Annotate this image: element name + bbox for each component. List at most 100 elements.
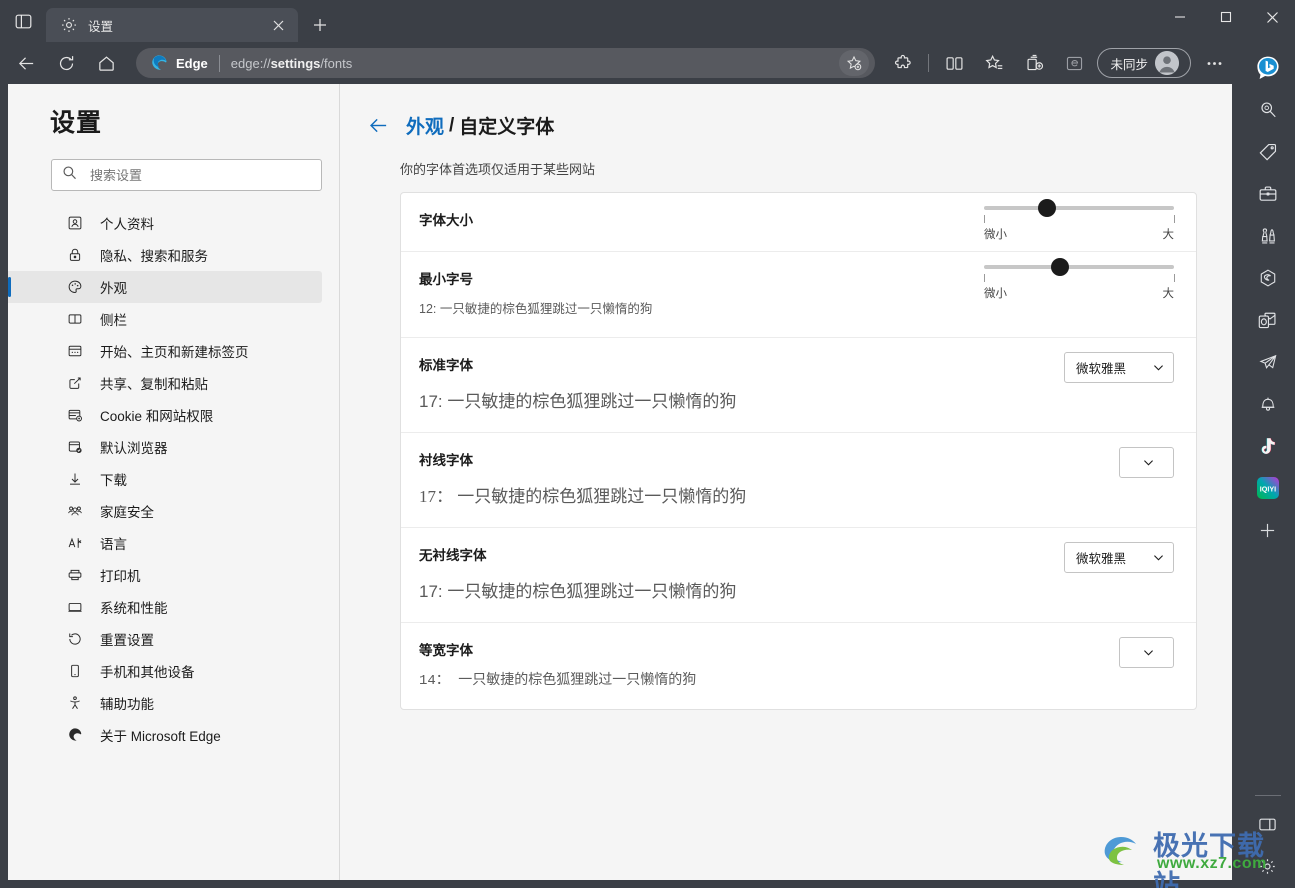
telegram-plane-icon[interactable] bbox=[1248, 342, 1288, 382]
sidebar-item-reset[interactable]: 重置设置 bbox=[8, 623, 322, 655]
sidebar-item-label: 个人资料 bbox=[100, 217, 154, 232]
sidebar-item-system[interactable]: 系统和性能 bbox=[8, 591, 322, 623]
standard-font-dropdown[interactable]: 微软雅黑 bbox=[1064, 352, 1174, 383]
chevron-down-icon bbox=[1152, 551, 1165, 564]
toolbar-divider bbox=[928, 54, 930, 72]
sidebar-item-default-browser[interactable]: 默认浏览器 bbox=[8, 431, 322, 463]
browser-window: 设置 Edge edge://settings/fonts 未同步 IQIYI … bbox=[0, 0, 1295, 888]
back-arrow-icon[interactable] bbox=[9, 46, 43, 80]
slider-max-label: 大 bbox=[1162, 229, 1175, 241]
games-icon[interactable] bbox=[1248, 216, 1288, 256]
sidebar-item-languages[interactable]: 语言 bbox=[8, 527, 322, 559]
sidebar-item-phone[interactable]: 手机和其他设备 bbox=[8, 655, 322, 687]
dropdown-value: 微软雅黑 bbox=[1076, 362, 1127, 376]
tab-actions-icon[interactable] bbox=[0, 0, 46, 42]
default-browser-icon bbox=[66, 438, 84, 456]
outlook-icon[interactable] bbox=[1248, 300, 1288, 340]
title-bar: 设置 bbox=[0, 0, 1295, 42]
chevron-down-icon bbox=[1142, 456, 1155, 469]
more-options-icon[interactable] bbox=[1197, 46, 1231, 80]
bell-icon[interactable] bbox=[1248, 384, 1288, 424]
sidebar-settings-gear-icon[interactable] bbox=[1248, 846, 1288, 886]
sidebar-item-appearance[interactable]: 外观 bbox=[8, 271, 322, 303]
iqiyi-icon[interactable]: IQIYI bbox=[1248, 468, 1288, 508]
collections-icon[interactable] bbox=[1017, 46, 1051, 80]
minimize-button[interactable] bbox=[1157, 0, 1203, 34]
shopping-tag-icon[interactable] bbox=[1248, 132, 1288, 172]
copilot-bing-icon[interactable] bbox=[1248, 48, 1288, 88]
share-icon bbox=[66, 374, 84, 392]
back-arrow-icon[interactable] bbox=[366, 114, 390, 138]
slider-min-label: 微小 bbox=[984, 229, 1007, 241]
sidebar-item-share[interactable]: 共享、复制和粘贴 bbox=[8, 367, 322, 399]
slider-max-label: 大 bbox=[1162, 288, 1175, 300]
browser-tab[interactable]: 设置 bbox=[46, 8, 298, 42]
palette-icon bbox=[66, 278, 84, 296]
sans-serif-font-dropdown[interactable]: 微软雅黑 bbox=[1064, 542, 1174, 573]
sidebar-item-privacy[interactable]: 隐私、搜索和服务 bbox=[8, 239, 322, 271]
breadcrumb-parent-link[interactable]: 外观 bbox=[406, 112, 444, 139]
address-divider bbox=[218, 54, 220, 72]
refresh-icon[interactable] bbox=[49, 46, 83, 80]
minimum-font-size-slider[interactable]: 微小 大 bbox=[984, 258, 1175, 301]
profile-button[interactable]: 未同步 bbox=[1097, 48, 1191, 78]
new-tab-button[interactable] bbox=[302, 8, 338, 42]
extensions-puzzle-icon[interactable] bbox=[886, 46, 920, 80]
split-screen-icon[interactable] bbox=[937, 46, 971, 80]
home-icon[interactable] bbox=[89, 46, 123, 80]
edge-logo-icon bbox=[150, 54, 168, 72]
tools-briefcase-icon[interactable] bbox=[1248, 174, 1288, 214]
maximize-button[interactable] bbox=[1203, 0, 1249, 34]
serif-font-dropdown[interactable] bbox=[1119, 447, 1174, 478]
startpage-icon bbox=[66, 342, 84, 360]
sidebar-item-sidebar[interactable]: 侧栏 bbox=[8, 303, 322, 335]
add-favorite-icon[interactable] bbox=[839, 50, 870, 76]
sidebar-item-startpage[interactable]: 开始、主页和新建标签页 bbox=[8, 335, 322, 367]
address-bar[interactable]: Edge edge://settings/fonts bbox=[136, 48, 876, 78]
font-preview-text: 17： 一只敏捷的棕色狐狸跳过一只懒惰的狗 bbox=[419, 487, 747, 506]
sidebar-toggle-icon[interactable] bbox=[1248, 804, 1288, 844]
settings-main-content: 外观 / 自定义字体 你的字体首选项仅适用于某些网站 字体大小 微小 大 最小字… bbox=[340, 84, 1232, 880]
font-size-slider[interactable]: 微小 大 bbox=[984, 199, 1175, 242]
slider-labels: 微小 大 bbox=[984, 226, 1174, 242]
close-icon[interactable] bbox=[266, 13, 290, 37]
search-box[interactable] bbox=[51, 159, 322, 191]
font-preview-text: 14： 一只敏捷的棕色狐狸跳过一只懒惰的狗 bbox=[419, 673, 697, 689]
setting-row-fixed-width-font: 等宽字体 14： 一只敏捷的棕色狐狸跳过一只懒惰的狗 bbox=[401, 623, 1196, 709]
search-icon[interactable] bbox=[1248, 90, 1288, 130]
tiktok-icon[interactable] bbox=[1248, 426, 1288, 466]
sidebar-item-downloads[interactable]: 下载 bbox=[8, 463, 322, 495]
setting-label: 等宽字体 bbox=[419, 643, 473, 658]
setting-row-sans-serif-font: 无衬线字体 17: 一只敏捷的棕色狐狸跳过一只懒惰的狗 微软雅黑 bbox=[401, 528, 1196, 623]
ie-mode-icon[interactable] bbox=[1057, 46, 1091, 80]
sidebar-item-accessibility[interactable]: 辅助功能 bbox=[8, 687, 322, 719]
gear-icon bbox=[60, 16, 78, 34]
download-icon bbox=[66, 470, 84, 488]
setting-label: 标准字体 bbox=[419, 358, 473, 373]
sidebar-item-printers[interactable]: 打印机 bbox=[8, 559, 322, 591]
sidebar-item-label: 关于 Microsoft Edge bbox=[100, 729, 221, 744]
avatar bbox=[1155, 51, 1179, 75]
font-preview-text: 17: 一只敏捷的棕色狐狸跳过一只懒惰的狗 bbox=[419, 582, 737, 601]
favorites-star-icon[interactable] bbox=[977, 46, 1011, 80]
sidebar-item-label: Cookie 和网站权限 bbox=[100, 409, 214, 424]
sidebar-item-profile[interactable]: 个人资料 bbox=[8, 207, 322, 239]
drop-hex-icon[interactable] bbox=[1248, 258, 1288, 298]
search-input[interactable] bbox=[90, 167, 311, 183]
sidebar-item-label: 隐私、搜索和服务 bbox=[100, 249, 208, 264]
slider-track[interactable] bbox=[984, 258, 1174, 276]
breadcrumb: 外观 / 自定义字体 bbox=[366, 112, 1232, 139]
add-sidebar-app-icon[interactable] bbox=[1248, 510, 1288, 550]
slider-track[interactable] bbox=[984, 199, 1174, 217]
sidebar-item-family[interactable]: 家庭安全 bbox=[8, 495, 322, 527]
sidebar-item-about[interactable]: 关于 Microsoft Edge bbox=[8, 719, 322, 751]
browser-toolbar: Edge edge://settings/fonts 未同步 bbox=[0, 42, 1240, 84]
setting-label: 无衬线字体 bbox=[419, 548, 487, 563]
close-button[interactable] bbox=[1249, 0, 1295, 34]
sidebar-item-label: 打印机 bbox=[100, 569, 141, 584]
font-preview-text: 17: 一只敏捷的棕色狐狸跳过一只懒惰的狗 bbox=[419, 392, 737, 411]
fixed-width-font-dropdown[interactable] bbox=[1119, 637, 1174, 668]
chevron-down-icon bbox=[1142, 646, 1155, 659]
sidebar-item-cookies[interactable]: Cookie 和网站权限 bbox=[8, 399, 322, 431]
reset-icon bbox=[66, 630, 84, 648]
